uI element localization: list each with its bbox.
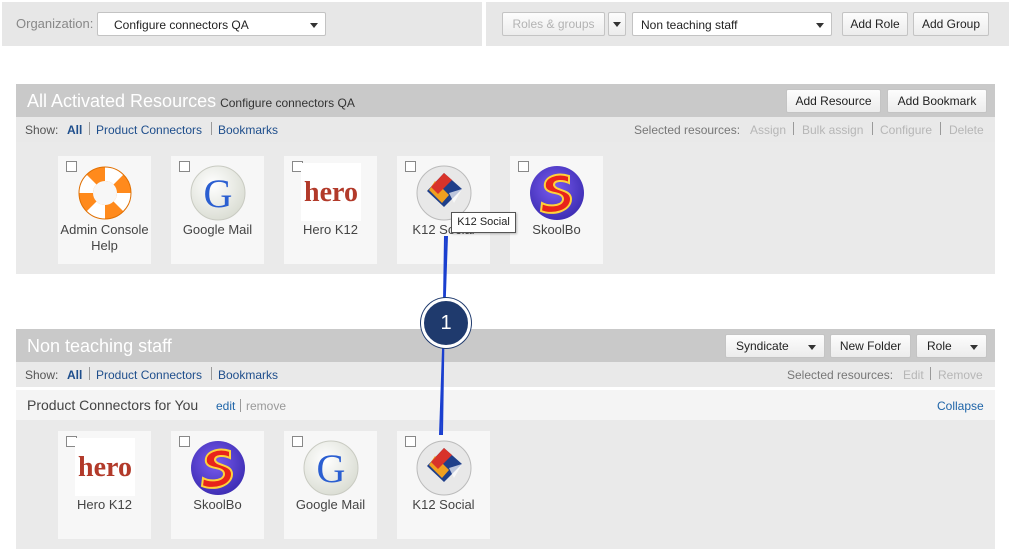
resource-tile[interactable]: hero Hero K12 xyxy=(58,431,151,539)
resource-label: SkoolBo xyxy=(193,497,242,512)
role-filter-bar: Show: All Product Connectors Bookmarks S… xyxy=(16,362,995,387)
organization-label: Organization: xyxy=(16,16,94,31)
add-group-button[interactable]: Add Group xyxy=(913,12,989,36)
show-label: Show: xyxy=(25,123,59,137)
assign-action[interactable]: Assign xyxy=(750,123,786,137)
resource-label: Hero K12 xyxy=(77,497,132,512)
google-g-icon: G xyxy=(301,438,361,496)
resource-tile[interactable]: K12 Social xyxy=(397,156,490,264)
role-resources-header: Non teaching staff Syndicate New Folder … xyxy=(16,329,995,362)
chevron-down-icon xyxy=(613,22,621,27)
role-resources-grid: hero Hero K12 SkoolBo G Google Mail K12 … xyxy=(16,420,995,549)
divider xyxy=(89,367,90,380)
role-menu-label: Role xyxy=(927,339,952,353)
syndicate-button[interactable]: Syndicate xyxy=(725,334,825,358)
selected-resources-label: Selected resources: xyxy=(634,123,741,137)
collapse-link[interactable]: Collapse xyxy=(937,399,984,413)
resource-tooltip: K12 Social xyxy=(451,212,516,233)
roles-groups-dropdown-button[interactable] xyxy=(608,12,626,36)
role-resources-panel: Non teaching staff Syndicate New Folder … xyxy=(16,329,995,549)
chevron-down-icon xyxy=(816,23,824,28)
activated-filter-bar: Show: All Product Connectors Bookmarks S… xyxy=(16,117,995,142)
chevron-down-icon xyxy=(808,345,816,350)
divider xyxy=(930,367,931,380)
role-menu-button[interactable]: Role xyxy=(916,334,987,358)
resource-tile[interactable]: Admin Console Help xyxy=(58,156,151,264)
resource-tile[interactable]: hero Hero K12 xyxy=(284,156,377,264)
configure-action[interactable]: Configure xyxy=(880,123,932,137)
chevron-down-icon xyxy=(310,23,318,28)
divider xyxy=(940,122,941,135)
filter-product-connectors[interactable]: Product Connectors xyxy=(96,123,202,137)
filter-product-connectors[interactable]: Product Connectors xyxy=(96,368,202,382)
add-role-button[interactable]: Add Role xyxy=(842,12,908,36)
activated-resources-panel: All Activated Resources Configure connect… xyxy=(16,84,995,274)
k12-social-icon xyxy=(414,438,474,496)
roles-bar: Roles & groups Non teaching staff Add Ro… xyxy=(486,2,1009,46)
svg-text:hero: hero xyxy=(304,177,358,208)
divider xyxy=(793,122,794,135)
add-resource-button[interactable]: Add Resource xyxy=(786,89,881,113)
remove-action[interactable]: Remove xyxy=(938,368,983,382)
panel-title-text: All Activated Resources xyxy=(27,91,217,111)
organization-subtitle: Configure connectors QA xyxy=(220,96,355,110)
divider xyxy=(211,122,212,135)
folder-edit-link[interactable]: edit xyxy=(216,399,235,413)
filter-all[interactable]: All xyxy=(67,368,82,382)
hero-logo-icon: hero xyxy=(75,438,135,496)
svg-text:hero: hero xyxy=(78,452,132,483)
svg-text:G: G xyxy=(317,446,346,491)
resource-label: Admin Console Help xyxy=(60,222,149,253)
resource-label: K12 Social xyxy=(412,497,475,512)
resource-label: SkoolBo xyxy=(532,222,581,237)
syndicate-label: Syndicate xyxy=(736,339,789,353)
skoolbo-logo-icon xyxy=(188,438,248,496)
lifebuoy-icon xyxy=(75,163,135,221)
folder-title: Product Connectors for You xyxy=(27,397,199,413)
resource-tile[interactable]: SkoolBo xyxy=(171,431,264,539)
filter-bookmarks[interactable]: Bookmarks xyxy=(218,123,278,137)
svg-text:G: G xyxy=(204,171,233,216)
activated-resources-header: All Activated Resources Configure connect… xyxy=(16,84,995,117)
role-select-value: Non teaching staff xyxy=(641,18,738,32)
filter-all[interactable]: All xyxy=(67,123,82,137)
roles-groups-button[interactable]: Roles & groups xyxy=(502,12,605,36)
resource-label: Google Mail xyxy=(295,497,366,512)
show-label: Show: xyxy=(25,368,59,382)
resource-label: Hero K12 xyxy=(303,222,358,237)
activated-resources-title: All Activated Resources Configure connect… xyxy=(27,91,355,112)
organization-bar: Organization: Configure connectors QA xyxy=(2,2,482,46)
chevron-down-icon xyxy=(970,345,978,350)
folder-remove-link[interactable]: remove xyxy=(246,399,286,413)
resource-label: Google Mail xyxy=(182,222,253,237)
edit-action[interactable]: Edit xyxy=(903,368,924,382)
resource-tile[interactable]: G Google Mail xyxy=(284,431,377,539)
divider xyxy=(240,399,241,412)
role-select[interactable]: Non teaching staff xyxy=(632,12,832,36)
folder-header: Product Connectors for You edit remove C… xyxy=(16,390,995,420)
filter-bookmarks[interactable]: Bookmarks xyxy=(218,368,278,382)
resource-tile[interactable]: G Google Mail xyxy=(171,156,264,264)
resource-tile[interactable]: SkoolBo xyxy=(510,156,603,264)
hero-logo-icon: hero xyxy=(301,163,361,221)
resource-tile[interactable]: K12 Social xyxy=(397,431,490,539)
role-title: Non teaching staff xyxy=(27,336,172,356)
step-callout-badge: 1 xyxy=(421,298,471,348)
organization-select[interactable]: Configure connectors QA xyxy=(97,12,326,36)
divider xyxy=(211,367,212,380)
organization-select-value: Configure connectors QA xyxy=(114,18,249,32)
activated-resources-grid: Admin Console Help G Google Mail hero He… xyxy=(16,142,995,274)
google-g-icon: G xyxy=(188,163,248,221)
divider xyxy=(89,122,90,135)
skoolbo-logo-icon xyxy=(527,163,587,221)
selected-resources-label: Selected resources: xyxy=(787,368,894,382)
divider xyxy=(872,122,873,135)
new-folder-button[interactable]: New Folder xyxy=(830,334,911,358)
bulk-assign-action[interactable]: Bulk assign xyxy=(802,123,863,137)
add-bookmark-button[interactable]: Add Bookmark xyxy=(887,89,987,113)
delete-action[interactable]: Delete xyxy=(949,123,984,137)
